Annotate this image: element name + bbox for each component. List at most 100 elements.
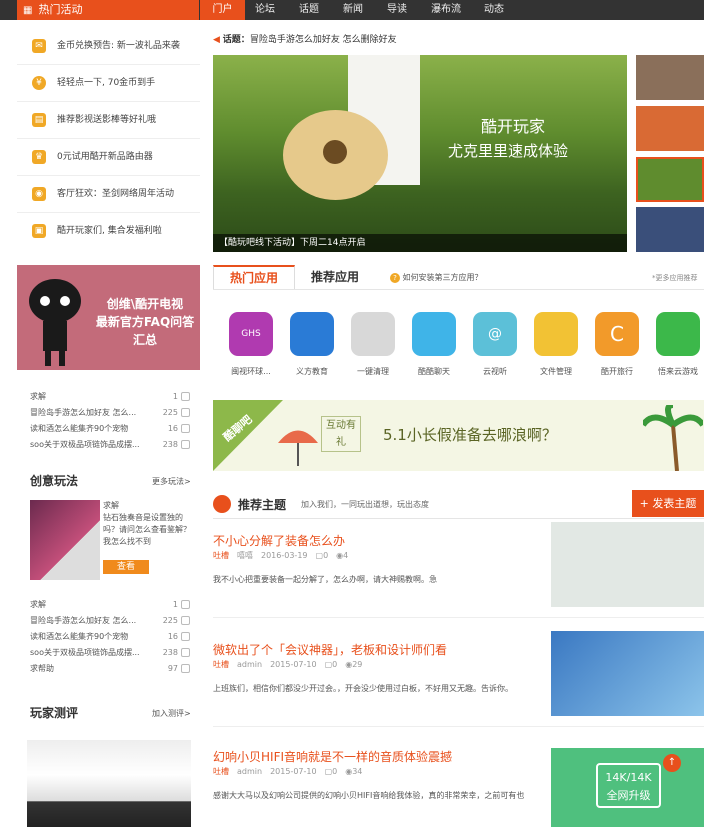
post-comments: 0 [332, 660, 338, 669]
list-item[interactable]: 读和酒怎么能集齐90个宠物 16 [30, 421, 190, 436]
post-topic-button[interactable]: + 发表主题 [632, 490, 704, 517]
post-excerpt: 我不小心把重要装备一起分解了，怎么办啊，请大神赐教啊。急 [213, 575, 437, 584]
hero-caption[interactable]: 【酷玩吧线下活动】下周二14点开启 [213, 234, 627, 252]
hero-thumbnail[interactable] [636, 157, 704, 202]
post-category[interactable]: 吐槽 [213, 767, 229, 776]
post-category[interactable]: 吐槽 [213, 660, 229, 669]
app-item[interactable]: 义方教育 [287, 312, 337, 377]
review-image[interactable] [27, 740, 191, 827]
grid-icon: ▦ [23, 5, 33, 16]
nav-item-topics[interactable]: 话题 [299, 0, 319, 20]
post-category[interactable]: 吐槽 [213, 551, 229, 560]
nav-item-portal[interactable]: 门户 [200, 0, 245, 20]
list-item[interactable]: 求解 1 [30, 597, 190, 612]
app-item[interactable]: 文件管理 [531, 312, 581, 377]
nav-item-guide[interactable]: 导读 [387, 0, 407, 20]
like-icon[interactable] [181, 440, 190, 449]
list-item-title: 冒险岛手游怎么加好友 怎么... [30, 616, 137, 625]
post-title[interactable]: 微软出了个「会议神器」，老板和设计师们看 [213, 641, 447, 658]
activity-item[interactable]: ▤ 推荐影视送影棒等好礼哦 [17, 102, 200, 139]
hero-thumbnail[interactable] [636, 106, 704, 151]
arrow-up-icon: ↑ [663, 754, 681, 772]
list-item-title: soo关于双极品项链饰品成摆... [30, 440, 140, 449]
list-item[interactable]: soo关于双极品项链饰品成摆... 238 [30, 645, 190, 660]
app-icon [412, 312, 456, 356]
hero-thumbnail[interactable] [636, 207, 704, 252]
activity-item[interactable]: ◉ 客厅狂欢：圣剑网络周年活动 [17, 176, 200, 213]
hot-activities-header[interactable]: ▦ 热门活动 [17, 0, 199, 20]
more-apps-link[interactable]: *更多应用推荐 [652, 268, 698, 288]
recommend-subtitle[interactable]: 加入我们，一同玩出道想，玩出态度 [301, 499, 429, 510]
activity-item[interactable]: ▣ 酷开玩家们, 集合发福利啦 [17, 213, 200, 250]
list-item[interactable]: 读和酒怎么能集齐90个宠物 16 [30, 629, 190, 644]
app-item[interactable]: 酷酷聊天 [409, 312, 459, 377]
post-image[interactable] [551, 631, 704, 716]
nav-item-feed[interactable]: 动态 [484, 0, 504, 20]
comment-icon: ▢ [324, 767, 333, 776]
post-title[interactable]: 不小心分解了装备怎么办 [213, 532, 345, 549]
like-icon[interactable] [181, 616, 190, 625]
holiday-banner[interactable]: 酷聊吧 互动有礼 5.1小长假准备去哪浪啊？ [213, 400, 704, 471]
tab-hot-apps[interactable]: 热门应用 [213, 265, 295, 289]
post-image[interactable] [551, 522, 704, 607]
list-item-title: 求帮助 [30, 664, 54, 673]
how-install-link[interactable]: ? 如何安装第三方应用？ [390, 268, 483, 288]
list-item-title: 冒险岛手游怎么加好友 怎么... [30, 408, 137, 417]
tabs-divider [213, 289, 704, 290]
creative-card[interactable]: 求解钻石独奏音是设置独的吗？请问怎么查看鉴解？我怎么找不到 查看 [30, 500, 195, 585]
activity-item[interactable]: ✉ 金币兑换预告: 新一波礼品来袭 [17, 28, 200, 65]
umbrella-icon [278, 430, 318, 466]
activity-item[interactable]: ¥ 轻轻点一下, 70金币到手 [17, 65, 200, 102]
gamepad-icon: ◉ [32, 187, 46, 201]
like-icon[interactable] [181, 424, 190, 433]
hero-slideshow[interactable]: 酷开玩家 尤克里里速成体验 【酷玩吧线下活动】下周二14点开启 [213, 55, 627, 252]
like-icon[interactable] [181, 648, 190, 657]
view-button[interactable]: 查看 [103, 560, 149, 574]
app-item[interactable]: C 酷开旅行 [592, 312, 642, 377]
activity-item[interactable]: ♛ 0元试用酷开新品路由器 [17, 139, 200, 176]
like-icon[interactable] [181, 664, 190, 673]
creative-more-link[interactable]: 更多玩法> [152, 476, 191, 487]
list-item-count: 238 [162, 440, 178, 449]
app-item[interactable]: 一键清理 [348, 312, 398, 377]
creative-text-body: 钻石独奏音是设置独的吗？请问怎么查看鉴解？我怎么找不到 [103, 513, 191, 546]
post-comments: 0 [332, 767, 338, 776]
post-image[interactable]: 14K/14K 全网升级 ↑ [551, 748, 704, 827]
like-icon[interactable] [181, 632, 190, 641]
post-title[interactable]: 幻响小贝HIFI音响就是不一样的音质体验震撼 [213, 748, 452, 765]
list-item[interactable]: soo关于双极品项链饰品成摆... 238 [30, 437, 190, 452]
banner-tag: 互动有礼 [321, 416, 361, 452]
app-item[interactable]: 悟来云游戏 [653, 312, 703, 377]
palm-tree-icon [643, 405, 703, 471]
like-icon[interactable] [181, 408, 190, 417]
post-user[interactable]: admin [237, 660, 262, 669]
faq-line-1: 创维\酷开电视 [106, 297, 184, 311]
creative-title: 创意玩法 [30, 474, 79, 488]
faq-line-2: 最新官方FAQ问答汇总 [95, 315, 195, 347]
nav-item-forum[interactable]: 论坛 [255, 0, 275, 20]
hero-thumbnail[interactable] [636, 55, 704, 100]
topic-text[interactable]: 冒险岛手游怎么加好友 怎么删除好友 [250, 35, 397, 45]
nav-item-waterfall[interactable]: 瀑布流 [431, 0, 461, 20]
like-icon[interactable] [181, 392, 190, 401]
like-icon[interactable] [181, 600, 190, 609]
recommend-title: 推荐主题 [238, 498, 287, 512]
post-divider [213, 617, 704, 618]
list-item[interactable]: 冒险岛手游怎么加好友 怎么... 225 [30, 613, 190, 628]
tab-recommended-apps[interactable]: 推荐应用 [300, 265, 370, 289]
recommend-header: 推荐主题 加入我们，一同玩出道想，玩出态度 [213, 490, 704, 518]
faq-banner[interactable]: 创维\酷开电视最新官方FAQ问答汇总 [17, 265, 200, 370]
post-user[interactable]: admin [237, 767, 262, 776]
list-item[interactable]: 求帮助 97 [30, 661, 190, 676]
review-more-link[interactable]: 加入测评> [152, 708, 191, 719]
list-item[interactable]: 求解 1 [30, 389, 190, 404]
nav-item-news[interactable]: 新闻 [343, 0, 363, 20]
creative-text-head: 求解 [103, 501, 119, 510]
app-item[interactable]: GHS 闽视环球... [226, 312, 276, 377]
list-item[interactable]: 冒险岛手游怎么加好友 怎么... 225 [30, 405, 190, 420]
post-user[interactable]: 嘻嘻 [237, 551, 253, 560]
app-item[interactable]: @ 云视听 [470, 312, 520, 377]
gift-icon: ▣ [32, 224, 46, 238]
post-excerpt: 感谢大大马以及幻响公司提供的幻响小贝HIFI音响给我体验，真的非常荣幸，之前可有… [213, 791, 525, 800]
topic-bar[interactable]: ◀ 话题：冒险岛手游怎么加好友 怎么删除好友 [213, 33, 693, 48]
